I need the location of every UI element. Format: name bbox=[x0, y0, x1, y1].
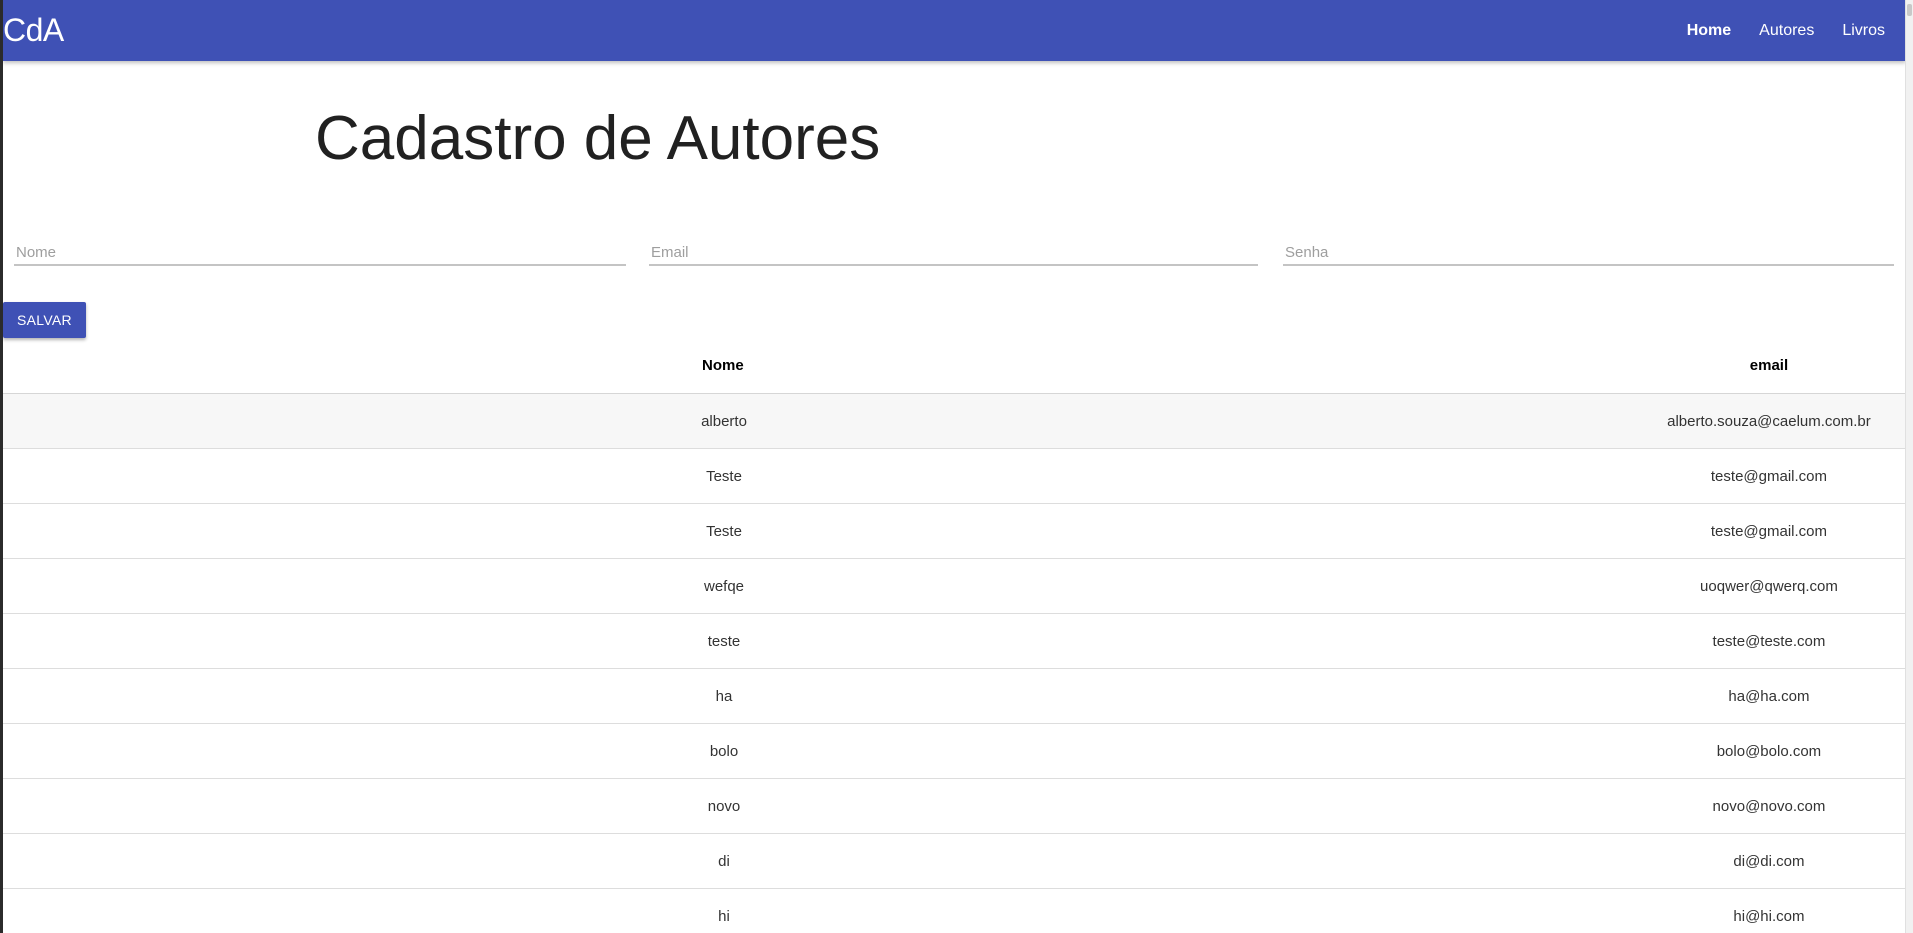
top-navbar: CdA Home Autores Livros bbox=[3, 0, 1906, 61]
brand-logo[interactable]: CdA bbox=[3, 10, 64, 50]
table-row: hi hi@hi.com bbox=[3, 888, 1906, 933]
table-row: Teste teste@gmail.com bbox=[3, 448, 1906, 504]
column-header-email: email bbox=[1631, 338, 1906, 394]
cell-nome: teste bbox=[3, 613, 1632, 669]
table-row: teste teste@teste.com bbox=[3, 613, 1906, 669]
cell-email: hi@hi.com bbox=[1631, 888, 1906, 933]
senha-input[interactable] bbox=[1283, 236, 1894, 266]
cell-nome: ha bbox=[3, 668, 1632, 724]
authors-table-container: Nome email alberto alberto.souza@caelum.c… bbox=[3, 338, 1906, 933]
cell-nome: di bbox=[3, 833, 1632, 889]
page-title: Cadastro de Autores bbox=[315, 104, 881, 173]
cell-nome: hi bbox=[3, 888, 1632, 933]
cell-nome: wefqe bbox=[3, 558, 1632, 614]
table-row: Teste teste@gmail.com bbox=[3, 503, 1906, 559]
table-body: alberto alberto.souza@caelum.com.br Teste t… bbox=[3, 393, 1906, 933]
nav-link-home[interactable]: Home bbox=[1673, 0, 1745, 61]
cell-nome-text: teste bbox=[707, 632, 741, 650]
table-row: di di@di.com bbox=[3, 833, 1906, 889]
author-form bbox=[12, 236, 1898, 266]
nav-links: Home Autores Livros bbox=[1673, 0, 1885, 61]
authors-table: Nome email alberto alberto.souza@caelum.c… bbox=[3, 338, 1906, 933]
page: CdA Home Autores Livros Cadastro de Auto… bbox=[3, 0, 1906, 933]
cell-email: bolo@bolo.com bbox=[1631, 723, 1906, 779]
cell-email: teste@teste.com bbox=[1631, 613, 1906, 669]
scrollbar-thumb[interactable] bbox=[1907, 4, 1912, 16]
cell-email: teste@gmail.com bbox=[1631, 503, 1906, 559]
table-header-row: Nome email bbox=[3, 338, 1906, 394]
cell-nome: Teste bbox=[3, 503, 1632, 559]
cell-nome-text: alberto bbox=[701, 412, 747, 430]
table-row: ha ha@ha.com bbox=[3, 668, 1906, 724]
cell-nome-text: Teste bbox=[706, 467, 742, 485]
cell-nome-text: ha bbox=[715, 687, 733, 705]
vertical-scrollbar[interactable] bbox=[1905, 0, 1913, 933]
cell-email: alberto.souza@caelum.com.br bbox=[1631, 393, 1906, 449]
cell-nome-text: di bbox=[718, 852, 730, 870]
table-row: novo novo@novo.com bbox=[3, 778, 1906, 834]
cell-email: di@di.com bbox=[1631, 833, 1906, 889]
save-button[interactable]: SALVAR bbox=[3, 302, 86, 338]
browser-viewport: CdA Home Autores Livros Cadastro de Auto… bbox=[0, 0, 1913, 933]
column-header-nome: Nome bbox=[3, 338, 1632, 394]
cell-email: teste@gmail.com bbox=[1631, 448, 1906, 504]
cell-nome-text: Teste bbox=[706, 522, 742, 540]
nome-input[interactable] bbox=[14, 236, 626, 266]
cell-nome-text: novo bbox=[707, 797, 741, 815]
email-input[interactable] bbox=[649, 236, 1258, 266]
cell-email: uoqwer@qwerq.com bbox=[1631, 558, 1906, 614]
table-row: alberto alberto.souza@caelum.com.br bbox=[3, 393, 1906, 449]
nav-link-livros[interactable]: Livros bbox=[1828, 0, 1885, 61]
table-row: wefqe uoqwer@qwerq.com bbox=[3, 558, 1906, 614]
cell-email: ha@ha.com bbox=[1631, 668, 1906, 724]
cell-nome-text: wefqe bbox=[703, 577, 745, 595]
cell-nome: novo bbox=[3, 778, 1632, 834]
cell-nome-text: bolo bbox=[709, 742, 739, 760]
cell-nome: bolo bbox=[3, 723, 1632, 779]
cell-email: novo@novo.com bbox=[1631, 778, 1906, 834]
nav-link-autores[interactable]: Autores bbox=[1745, 0, 1828, 61]
table-row: bolo bolo@bolo.com bbox=[3, 723, 1906, 779]
cell-nome: alberto bbox=[3, 393, 1632, 449]
cell-nome-text: hi bbox=[718, 907, 730, 925]
cell-nome: Teste bbox=[3, 448, 1632, 504]
